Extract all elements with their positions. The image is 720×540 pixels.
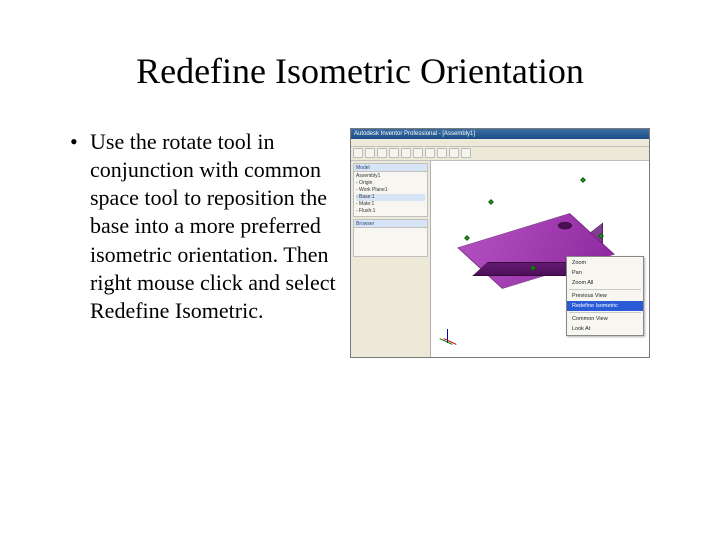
context-menu-item[interactable]: Common View (567, 314, 643, 324)
toolbar-button[interactable] (401, 148, 411, 158)
bullet-text: Use the rotate tool in conjunction with … (90, 128, 340, 325)
context-menu-item[interactable]: Look At (567, 324, 643, 334)
context-menu-item[interactable]: Pan (567, 268, 643, 278)
edge-marker-icon (580, 177, 586, 183)
app-toolbar (351, 147, 649, 161)
toolbar-button[interactable] (413, 148, 423, 158)
sidebar-panel-model: Model Assembly1 - Origin - Work Plane1 -… (353, 163, 428, 217)
context-menu-item[interactable]: Zoom All (567, 278, 643, 288)
tree-item[interactable]: - Work Plane1 (356, 187, 425, 194)
coordinate-system-icon (437, 327, 461, 351)
sidebar-panel-browser: Browser (353, 219, 428, 257)
edge-marker-icon (488, 199, 494, 205)
bullet-item: • Use the rotate tool in conjunction wit… (70, 128, 340, 325)
content-row: • Use the rotate tool in conjunction wit… (40, 128, 680, 368)
viewport[interactable]: Zoom Pan Zoom All Previous View Redefine… (431, 161, 649, 357)
tree-item[interactable]: - Flush:1 (356, 208, 425, 215)
context-menu: Zoom Pan Zoom All Previous View Redefine… (566, 256, 644, 336)
context-menu-separator (569, 312, 641, 313)
toolbar-button[interactable] (449, 148, 459, 158)
context-menu-item[interactable]: Zoom (567, 258, 643, 268)
cad-app-window: Autodesk Inventor Professional - [Assemb… (350, 128, 650, 358)
toolbar-button[interactable] (389, 148, 399, 158)
slide: Redefine Isometric Orientation • Use the… (0, 0, 720, 540)
tree-item[interactable]: Assembly1 (356, 173, 425, 180)
panel-header: Browser (354, 220, 427, 228)
tree-item[interactable]: - Base:1 (356, 194, 425, 201)
slide-title: Redefine Isometric Orientation (40, 50, 680, 92)
toolbar-button[interactable] (437, 148, 447, 158)
model-hole (555, 221, 574, 231)
figure-column: Autodesk Inventor Professional - [Assemb… (350, 128, 680, 368)
panel-body: Assembly1 - Origin - Work Plane1 - Base:… (354, 172, 427, 216)
toolbar-button[interactable] (461, 148, 471, 158)
panel-header: Model (354, 164, 427, 172)
context-menu-item-redefine-isometric[interactable]: Redefine Isometric (567, 301, 643, 311)
app-menubar (351, 139, 649, 147)
app-body: Model Assembly1 - Origin - Work Plane1 -… (351, 161, 649, 357)
tree-item[interactable]: - Origin (356, 180, 425, 187)
tree-item[interactable]: - Mate:1 (356, 201, 425, 208)
toolbar-button[interactable] (425, 148, 435, 158)
toolbar-button[interactable] (353, 148, 363, 158)
edge-marker-icon (464, 235, 470, 241)
bullet-column: • Use the rotate tool in conjunction wit… (40, 128, 340, 325)
panel-body (354, 228, 427, 256)
toolbar-button[interactable] (365, 148, 375, 158)
context-menu-separator (569, 289, 641, 290)
toolbar-button[interactable] (377, 148, 387, 158)
context-menu-item[interactable]: Previous View (567, 291, 643, 301)
bullet-marker: • (70, 128, 90, 325)
app-titlebar: Autodesk Inventor Professional - [Assemb… (351, 129, 649, 139)
app-sidebar: Model Assembly1 - Origin - Work Plane1 -… (351, 161, 431, 357)
